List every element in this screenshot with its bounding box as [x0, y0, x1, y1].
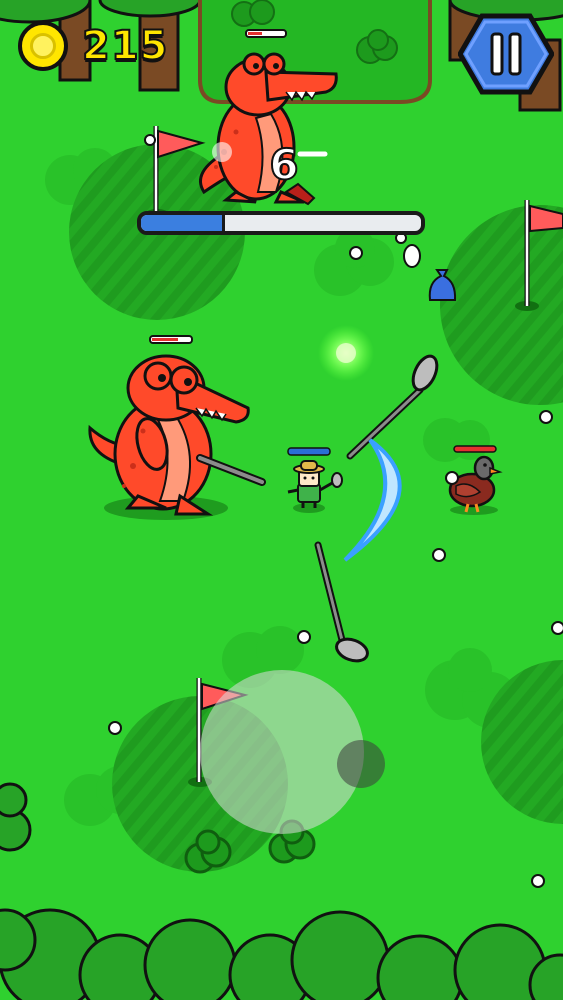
coin-counter: 215	[18, 18, 169, 74]
gold-coin-icon	[18, 21, 68, 71]
egg	[403, 244, 421, 268]
wave-progress-bar	[137, 211, 425, 235]
game-stage: 215 6	[0, 0, 563, 1000]
wave-progress-fill	[141, 215, 225, 231]
pause-button[interactable]	[457, 12, 555, 96]
hit-sparkle	[212, 142, 232, 162]
virtual-joystick[interactable]	[200, 670, 385, 834]
wave-number: 6	[268, 139, 299, 190]
pause-icon	[457, 13, 555, 95]
coin-count: 215	[81, 22, 169, 70]
joystick-knob[interactable]	[337, 740, 385, 788]
